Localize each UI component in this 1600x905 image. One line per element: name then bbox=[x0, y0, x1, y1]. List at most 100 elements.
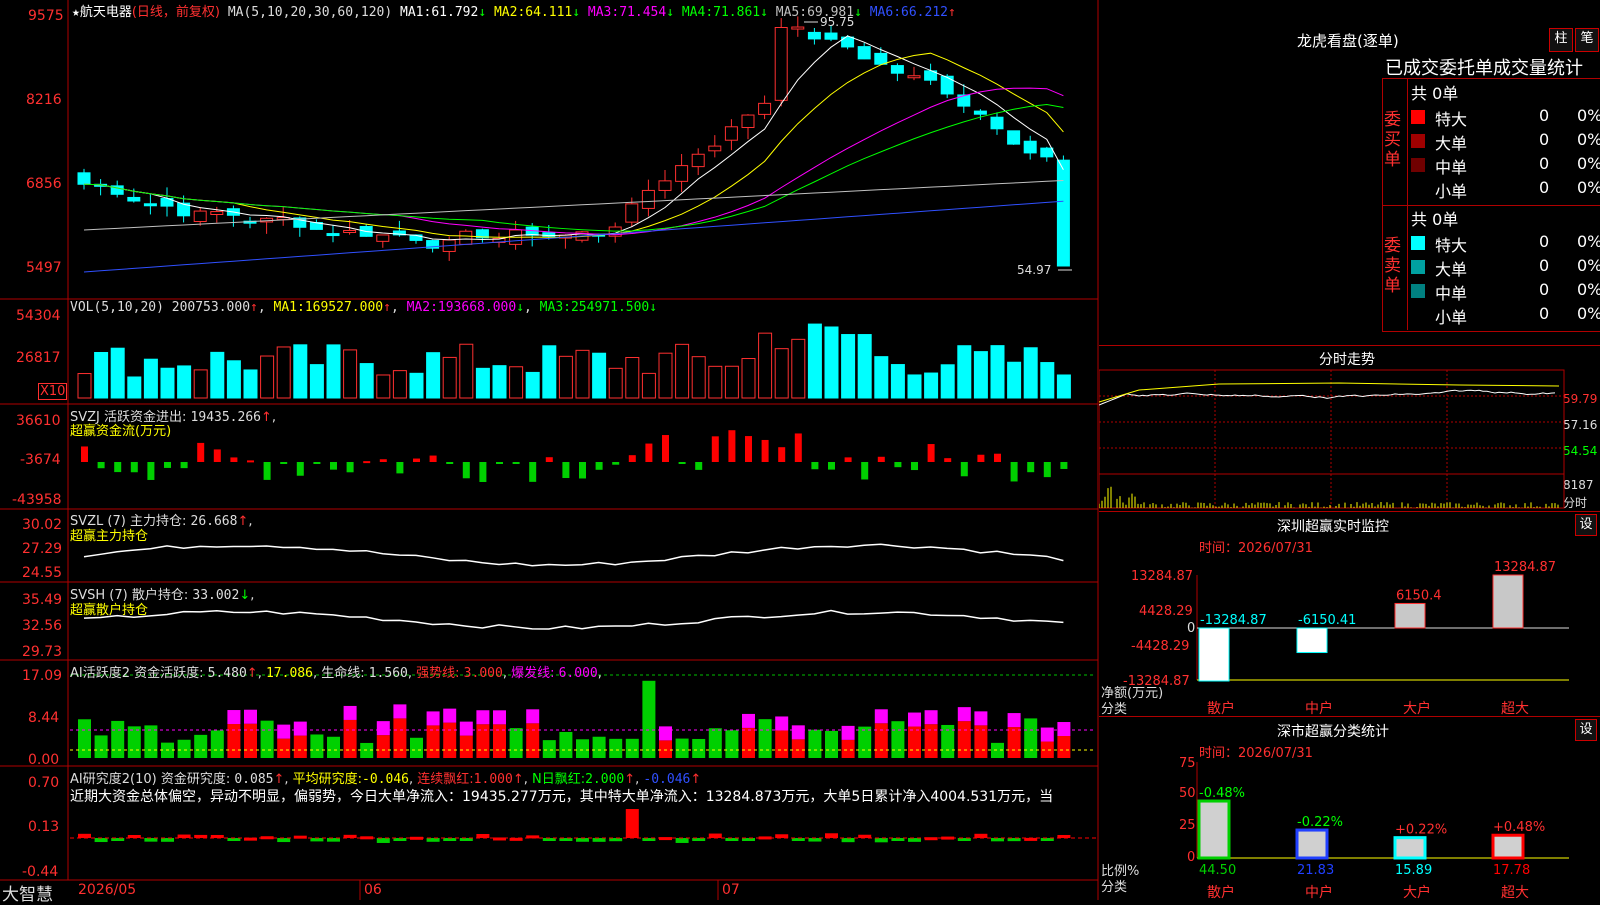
svzl-dir: ↑ bbox=[237, 514, 249, 529]
svzj-bar bbox=[462, 462, 470, 479]
ai-activity-bar bbox=[625, 738, 639, 758]
ai-activity-top bbox=[476, 710, 490, 725]
volume-bar bbox=[708, 365, 723, 399]
volume-bars bbox=[77, 323, 1071, 399]
ai-activity-bars bbox=[78, 680, 1071, 758]
ai-activity-top bbox=[393, 704, 407, 719]
volume-bar bbox=[675, 343, 690, 399]
ai-activity-bar bbox=[293, 735, 307, 758]
stock-name[interactable]: 航天电器 bbox=[80, 5, 132, 20]
candle-body bbox=[990, 116, 1004, 130]
candle-body bbox=[459, 230, 473, 245]
svzj-bar bbox=[180, 462, 188, 469]
ai-activity-bar bbox=[111, 720, 125, 758]
ai2-nred-label: N日飘红: bbox=[531, 772, 586, 787]
ai-activity-top bbox=[908, 712, 921, 727]
svzl-line bbox=[83, 543, 1064, 567]
volume-bar bbox=[160, 367, 175, 399]
ai-activity-bar bbox=[791, 739, 805, 758]
volume-bar bbox=[509, 366, 524, 399]
volume-bar bbox=[210, 351, 225, 399]
ai2-dir: ↑ bbox=[273, 772, 285, 787]
ai-activity-bar bbox=[410, 737, 423, 758]
svzj-bar bbox=[579, 462, 586, 479]
candle-body bbox=[691, 153, 705, 168]
ai-research-bar bbox=[825, 833, 838, 838]
ai-activity-bar bbox=[509, 728, 523, 758]
volume-bar bbox=[143, 358, 158, 399]
candle-body bbox=[758, 102, 772, 115]
vol-ma3-dir: ↓ bbox=[649, 300, 658, 315]
ai-activity-bar bbox=[576, 739, 589, 758]
ai-activity-bar bbox=[244, 723, 257, 758]
ai1-burst-value: 6.000 bbox=[558, 666, 598, 681]
svzj-tick: 36610 bbox=[16, 413, 61, 429]
ai1-strong-label: 强势线: bbox=[416, 666, 460, 681]
ai-activity-bar bbox=[127, 726, 141, 758]
svzj-bar bbox=[728, 430, 736, 462]
stats-bar bbox=[1295, 828, 1329, 860]
monitor-bar bbox=[1198, 627, 1230, 682]
intraday-avg-line bbox=[1099, 382, 1560, 403]
volume-bar bbox=[641, 372, 656, 399]
ai2-avg-value: -0.046 bbox=[362, 772, 410, 787]
svzj-bar bbox=[213, 449, 221, 462]
svzj-bar bbox=[977, 454, 985, 462]
svzj-value: 19435.266 bbox=[190, 410, 261, 425]
volume-bar bbox=[459, 343, 474, 399]
candle-body bbox=[807, 31, 821, 40]
vol-tick: 26817 bbox=[16, 350, 61, 366]
volume-bar bbox=[260, 355, 275, 399]
ma2-dir: ↓ bbox=[572, 5, 581, 20]
ai-activity-bar bbox=[775, 730, 789, 758]
volume-bar bbox=[94, 352, 109, 399]
candle-body bbox=[741, 114, 755, 128]
volume-bar bbox=[774, 348, 789, 399]
ai-research-bar bbox=[625, 809, 639, 838]
price-header: ★航天电器(日线，前复权) MA(5,10,20,30,60,120) MA1:… bbox=[72, 1, 956, 20]
ai-activity-bar bbox=[1007, 727, 1021, 758]
ai2-comment: 近期大资金总体偏空，异动不明显，偏弱势，今日大单净流入：19435.277万元，… bbox=[70, 789, 1054, 805]
ai-activity-bar bbox=[559, 731, 573, 758]
svzj-bar bbox=[877, 456, 885, 462]
volume-bar bbox=[525, 371, 540, 399]
ai-activity-bar bbox=[177, 739, 191, 758]
stats-change-label: +0.48% bbox=[1493, 820, 1545, 835]
volume-bar bbox=[575, 349, 590, 399]
ai-activity-bar bbox=[327, 736, 340, 758]
ai-activity-top bbox=[493, 710, 506, 725]
svzj-name: 超赢资金流(万元) bbox=[70, 424, 172, 439]
vol-ma3-label: MA3: bbox=[539, 300, 571, 315]
volume-bar bbox=[492, 365, 507, 399]
candle-body bbox=[193, 210, 207, 223]
volume-bar bbox=[724, 365, 739, 399]
vol-ma1-dir: ↑ bbox=[383, 300, 391, 315]
svzj-bar bbox=[628, 455, 636, 462]
monitor-bars: -13284.87 -6150.41 6150.4 13284.87 bbox=[1198, 560, 1556, 682]
ai-activity-bar bbox=[957, 721, 971, 758]
ai-research-bar bbox=[675, 838, 689, 843]
svzj-bar bbox=[114, 462, 122, 473]
stats-bars: -0.48% 44.50 -0.22% 21.83 +0.22% 15.89 +0.48% 1… bbox=[1197, 786, 1545, 878]
ai-activity-bar bbox=[841, 739, 855, 758]
candle-body bbox=[857, 46, 871, 60]
monitor-bar bbox=[1394, 602, 1426, 629]
ai2-nred-value: 2.000 bbox=[585, 772, 625, 787]
monitor-bar-label: -13284.87 bbox=[1200, 613, 1267, 628]
vol-tick: 54304 bbox=[16, 308, 61, 324]
main-chart-area[interactable]: 95.75 54.97 bbox=[0, 0, 1100, 900]
candle-body bbox=[708, 145, 722, 152]
ai1-tick: 8.44 bbox=[28, 710, 60, 726]
candle-body bbox=[1040, 147, 1054, 158]
ai-research-bar bbox=[376, 838, 390, 843]
ai-activity-bar bbox=[94, 735, 108, 758]
ai-activity-bar bbox=[542, 740, 556, 758]
ai1-burst-label: 爆发线: bbox=[511, 666, 555, 681]
volume-bar bbox=[924, 372, 939, 399]
volume-bar bbox=[1040, 362, 1055, 399]
app-logo: 大智慧 bbox=[2, 885, 53, 905]
svzj-bar bbox=[230, 457, 238, 462]
ai1-title: AI活跃度2 资金活跃度: bbox=[70, 666, 204, 681]
ai-activity-bar bbox=[393, 718, 407, 758]
ai-activity-bar bbox=[642, 680, 656, 758]
